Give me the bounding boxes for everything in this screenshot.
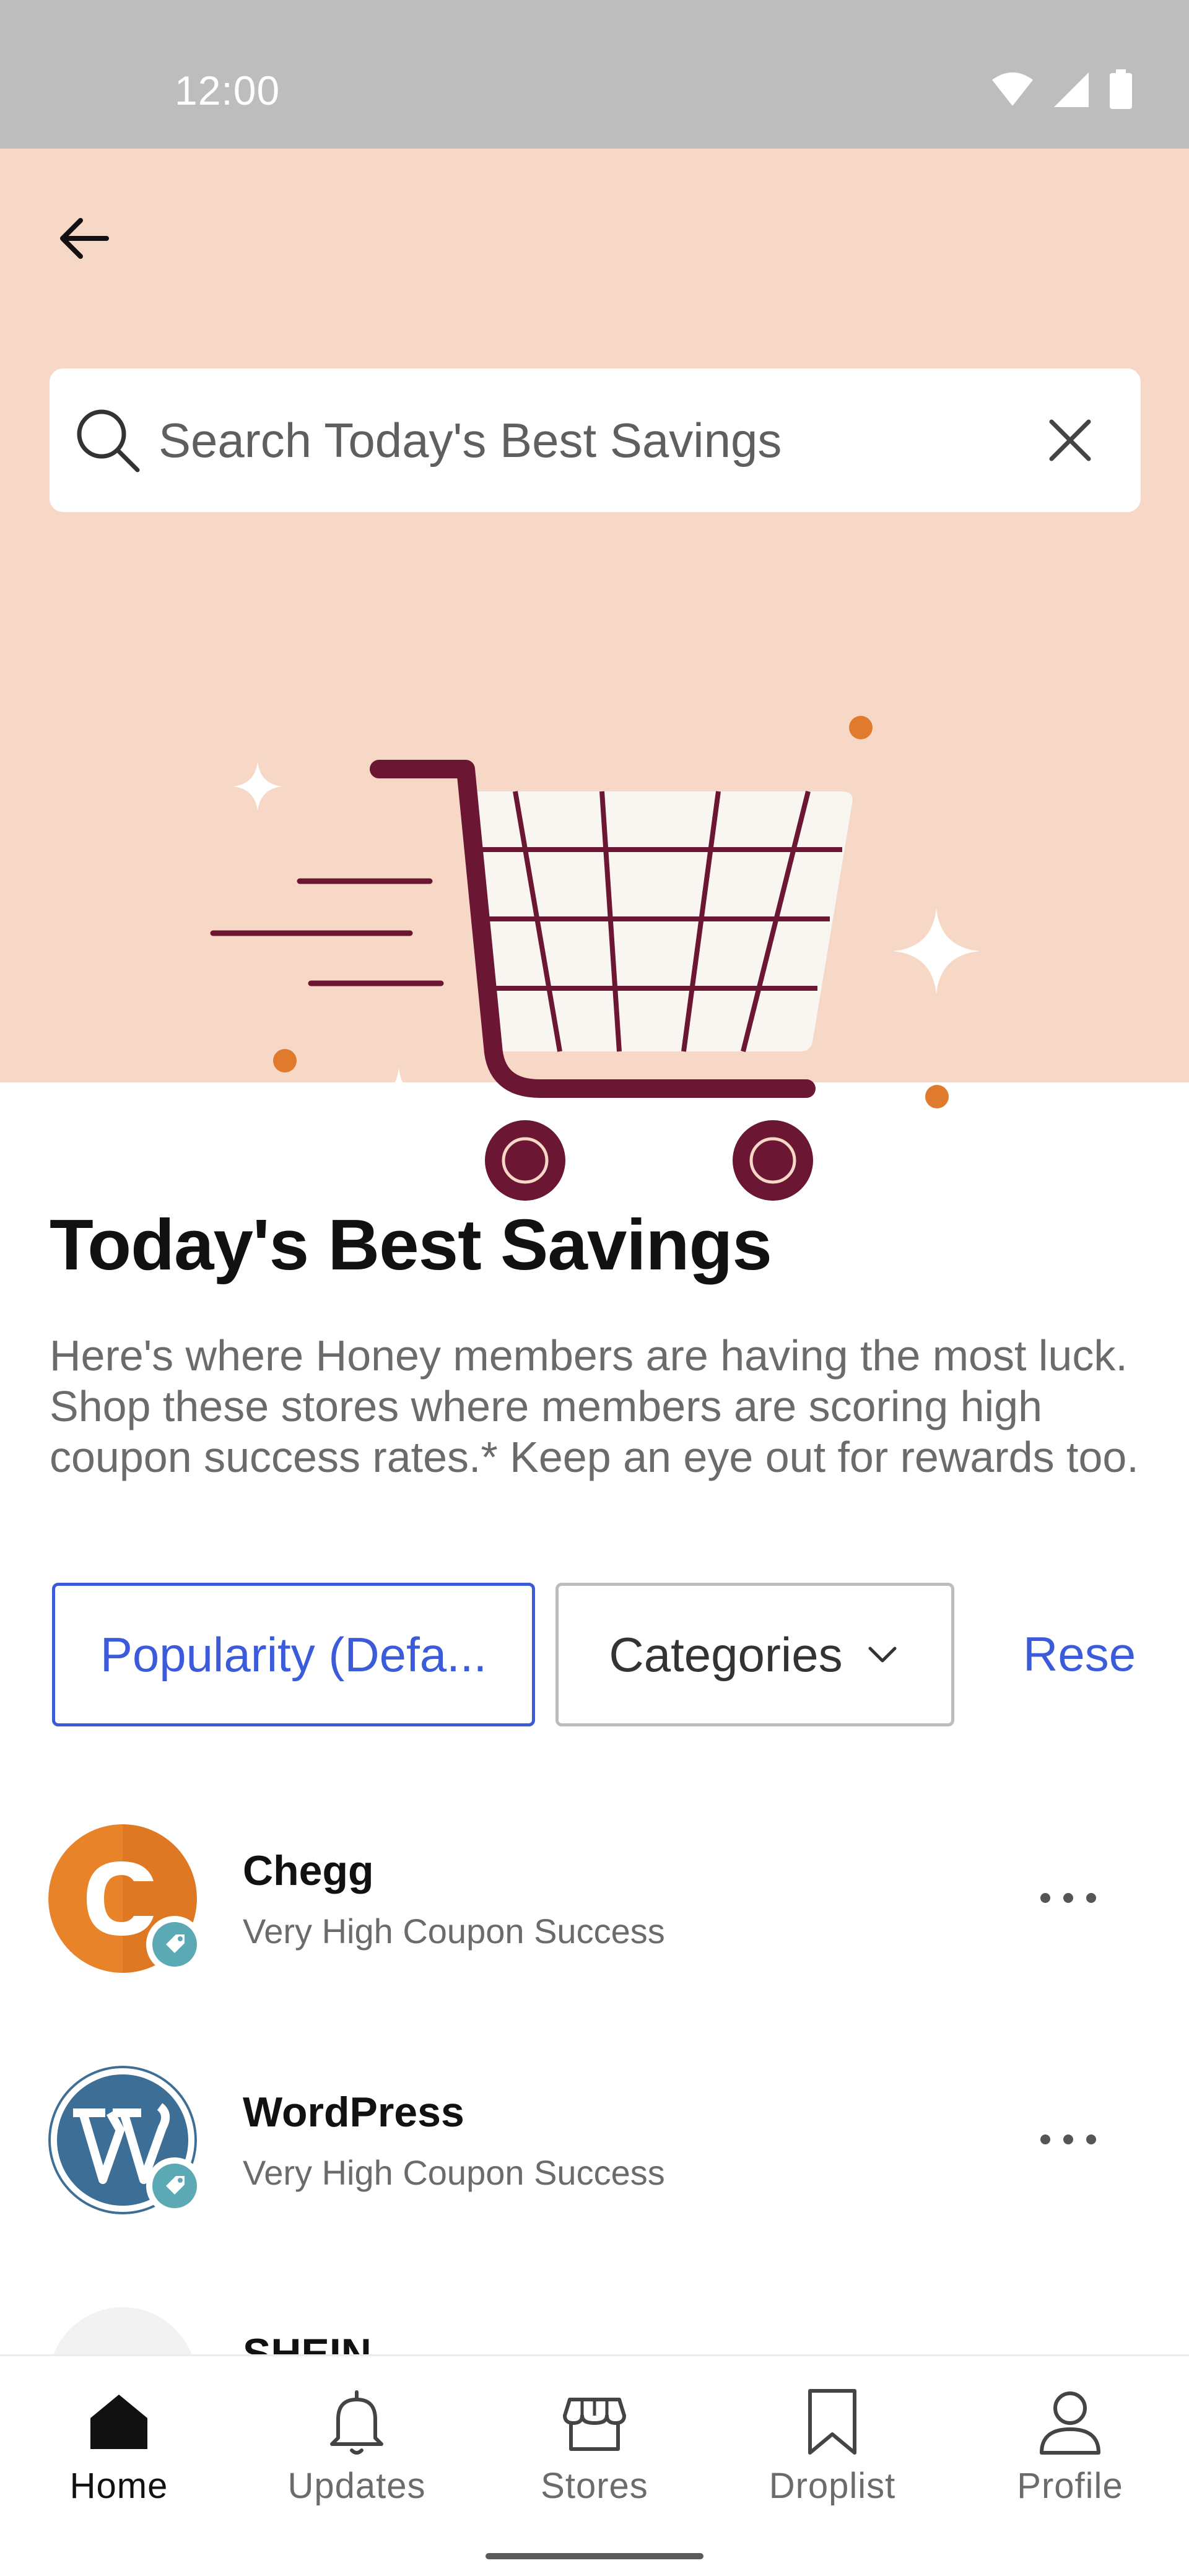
more-options-button[interactable] [1040,2118,1096,2161]
page-description: Here's where Honey members are having th… [50,1331,1139,1481]
nav-label: Home [69,2466,168,2506]
hero-banner: Search Today's Best Savings [0,149,1189,1201]
sort-label: Popularity (Defa... [100,1627,487,1682]
store-subtitle: Very High Coupon Success [243,1912,665,1951]
page-title: Today's Best Savings [50,1204,772,1285]
nav-label: Droplist [769,2466,896,2506]
coupon-badge [146,2157,203,2214]
status-icons [991,69,1133,110]
bottom-navigation: Home Updates Stores Droplist Profile [0,2354,1189,2576]
search-input[interactable]: Search Today's Best Savings [159,411,782,470]
coupon-badge [146,1916,203,1973]
search-icon [77,409,140,472]
nav-updates[interactable]: Updates [264,2385,450,2533]
store-subtitle: Very High Coupon Success [243,2153,665,2192]
sort-popularity-button[interactable]: Popularity (Defa... [52,1583,535,1726]
list-item[interactable]: Chegg Very High Coupon Success [0,1824,1189,2010]
store-icon [563,2398,626,2451]
arrow-left-icon [60,218,109,259]
signal-icon [1054,72,1089,107]
list-item[interactable]: WordPress Very High Coupon Success [0,2066,1189,2252]
shopping-cart-illustration [210,716,980,1201]
person-icon [1040,2391,1100,2455]
nav-label: Profile [1017,2466,1123,2506]
store-name: Chegg [243,1847,374,1894]
nav-label: Stores [541,2466,648,2506]
tag-icon [152,1922,197,1967]
filter-bar: Popularity (Defa... Categories Rese [0,1583,1189,1729]
status-time: 12:00 [175,67,281,113]
reset-button[interactable]: Rese [1023,1626,1136,1682]
bookmark-icon [808,2389,856,2455]
nav-droplist[interactable]: Droplist [739,2385,925,2533]
chevron-down-icon [868,1647,897,1663]
status-bar: 12:00 [0,0,1189,149]
search-bar[interactable]: Search Today's Best Savings [50,368,1141,512]
nav-profile[interactable]: Profile [977,2385,1163,2533]
categories-label: Categories [609,1627,843,1682]
nav-label: Updates [287,2466,426,2506]
back-button[interactable] [50,204,118,272]
bell-icon [330,2390,383,2455]
battery-icon [1110,69,1132,109]
wifi-icon [992,72,1033,106]
nav-stores[interactable]: Stores [502,2385,687,2533]
nav-home[interactable]: Home [26,2385,212,2533]
close-icon[interactable] [1037,407,1104,474]
more-options-button[interactable] [1040,1876,1096,1920]
tag-icon [152,2164,197,2208]
categories-dropdown[interactable]: Categories [555,1583,954,1726]
home-indicator [486,2553,703,2559]
store-name: WordPress [243,2089,464,2136]
home-icon [90,2395,147,2449]
